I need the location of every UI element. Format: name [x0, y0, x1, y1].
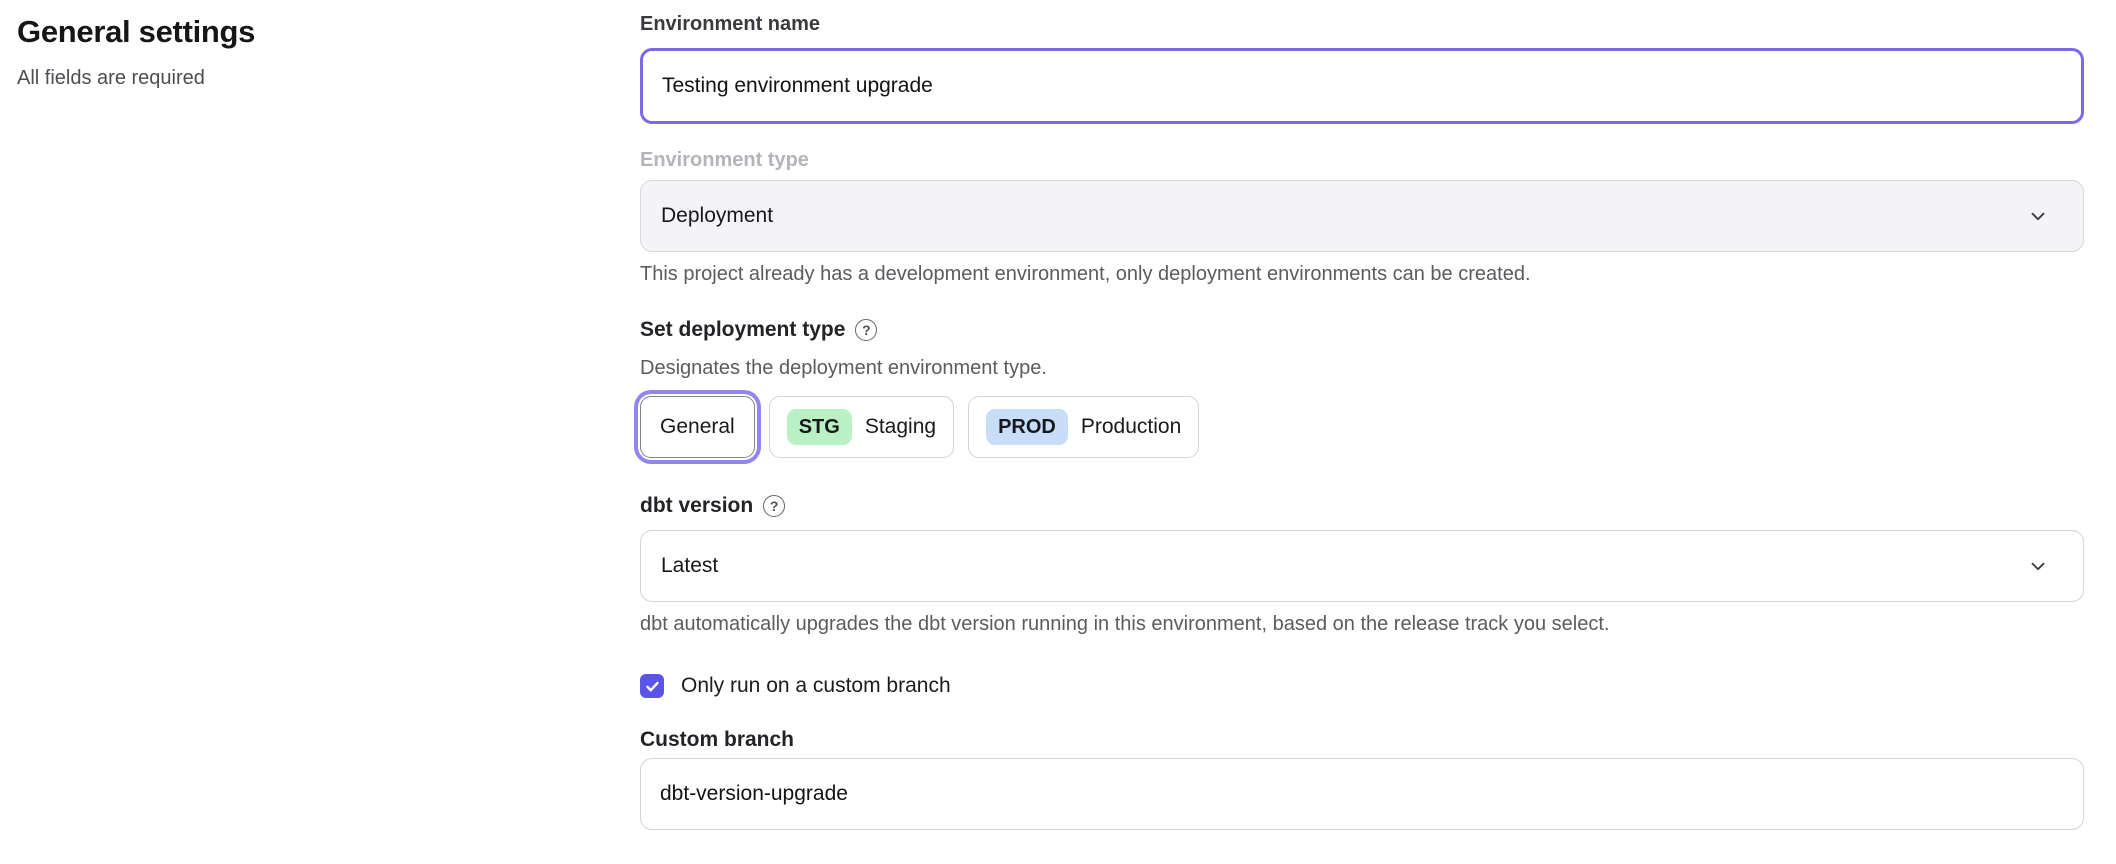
deployment-type-option-production[interactable]: PROD Production: [968, 396, 1199, 458]
environment-type-field: Environment type Deployment This project…: [640, 148, 2084, 286]
help-icon[interactable]: ?: [855, 319, 877, 341]
settings-header: General settings All fields are required: [17, 14, 577, 90]
dbt-version-value: Latest: [661, 554, 718, 578]
dbt-version-field: dbt version ? Latest dbt automatically u…: [640, 494, 2084, 636]
dbt-version-helper: dbt automatically upgrades the dbt versi…: [640, 612, 2084, 636]
environment-name-field: Environment name: [640, 12, 2084, 124]
chevron-down-icon: [2027, 555, 2049, 577]
general-settings-form: Environment name Environment type Deploy…: [640, 12, 2084, 830]
deployment-type-option-general[interactable]: General: [640, 396, 755, 458]
deployment-type-label: Set deployment type: [640, 318, 845, 342]
custom-branch-checkbox[interactable]: [640, 674, 664, 698]
page-title: General settings: [17, 14, 577, 50]
custom-branch-label: Custom branch: [640, 728, 2084, 752]
deployment-type-field: Set deployment type ? Designates the dep…: [640, 318, 2084, 458]
staging-badge: STG: [787, 409, 852, 445]
environment-type-select: Deployment: [640, 180, 2084, 252]
checkmark-icon: [644, 678, 661, 695]
environment-type-label: Environment type: [640, 148, 2084, 172]
production-option-label: Production: [1081, 415, 1181, 439]
deployment-type-option-staging[interactable]: STG Staging: [769, 396, 954, 458]
environment-name-input[interactable]: [640, 48, 2084, 124]
custom-branch-input[interactable]: [640, 758, 2084, 830]
general-option-label: General: [660, 415, 735, 439]
page-subtitle: All fields are required: [17, 66, 577, 90]
deployment-type-helper: Designates the deployment environment ty…: [640, 356, 2084, 380]
dbt-version-label: dbt version: [640, 494, 753, 518]
environment-type-helper: This project already has a development e…: [640, 262, 2084, 286]
environment-name-label: Environment name: [640, 12, 2084, 36]
staging-option-label: Staging: [865, 415, 936, 439]
deployment-type-options: General STG Staging PROD Production: [640, 396, 2084, 458]
environment-type-value: Deployment: [661, 204, 773, 228]
custom-branch-checkbox-row: Only run on a custom branch: [640, 674, 2084, 698]
production-badge: PROD: [986, 409, 1068, 445]
custom-branch-field: Custom branch: [640, 728, 2084, 830]
dbt-version-select[interactable]: Latest: [640, 530, 2084, 602]
custom-branch-checkbox-label[interactable]: Only run on a custom branch: [681, 674, 951, 698]
help-icon[interactable]: ?: [763, 495, 785, 517]
chevron-down-icon: [2027, 205, 2049, 227]
